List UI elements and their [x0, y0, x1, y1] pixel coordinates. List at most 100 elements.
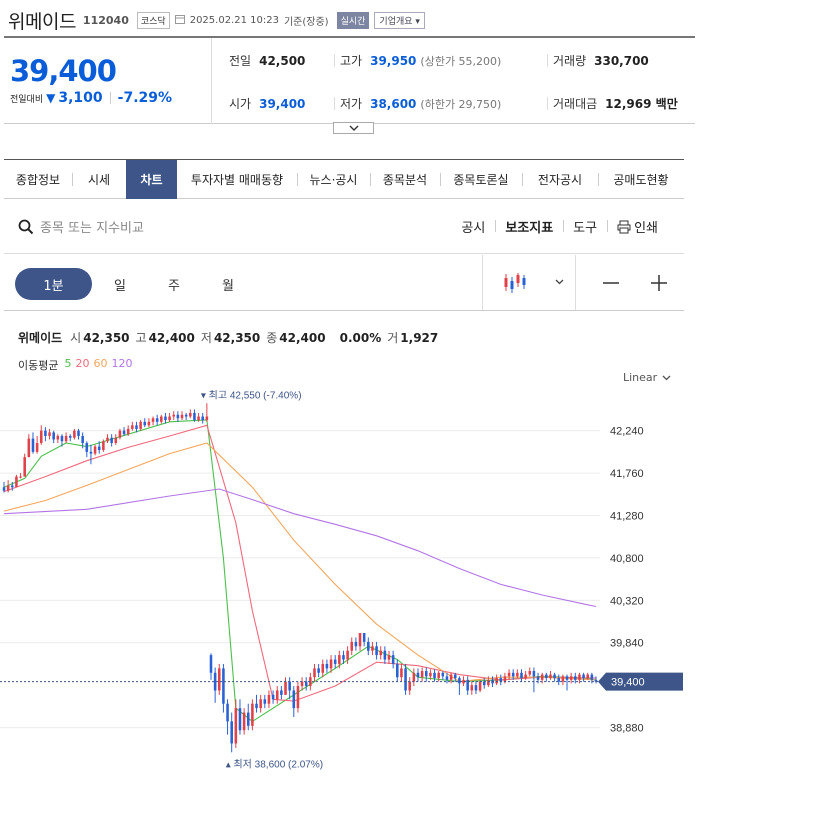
- zoom-in-button[interactable]: [645, 269, 673, 297]
- candle: [259, 699, 262, 709]
- zoom-out-button[interactable]: [597, 269, 625, 297]
- candle: [27, 438, 31, 458]
- tab-overview[interactable]: 종합정보: [4, 160, 72, 199]
- candle: [209, 655, 213, 673]
- candle: [93, 446, 97, 454]
- y-tick-label: 38,880: [610, 723, 644, 735]
- ma-legend-120[interactable]: 120: [111, 357, 132, 373]
- day-high-label: 고가: [340, 54, 363, 68]
- ma-line-20: [3, 424, 597, 702]
- volume-label: 거: [387, 331, 399, 345]
- disclosure-button[interactable]: 공시: [451, 217, 495, 236]
- candle: [288, 681, 291, 691]
- candle: [383, 650, 387, 660]
- y-tick-label: 42,240: [610, 426, 644, 438]
- quote-divider: [547, 97, 548, 110]
- candle: [445, 676, 449, 680]
- period-day-button[interactable]: 일: [110, 268, 130, 300]
- compare-search[interactable]: 종목 또는 지수비교: [18, 217, 144, 236]
- candle: [102, 441, 105, 451]
- low-label: 저: [200, 331, 212, 345]
- candle: [267, 694, 271, 704]
- candle: [81, 435, 84, 444]
- candle: [226, 703, 229, 722]
- scale-selector[interactable]: Linear: [623, 371, 671, 384]
- search-input[interactable]: 종목 또는 지수비교: [40, 217, 144, 236]
- candle: [590, 674, 594, 680]
- candle: [242, 712, 246, 731]
- candle: [160, 416, 163, 422]
- candlestick-icon: [504, 273, 526, 293]
- candle: [391, 655, 395, 664]
- tab-discussion[interactable]: 종목토론실: [440, 160, 522, 199]
- tab-investor-trading[interactable]: 투자자별 매매동향: [177, 160, 297, 199]
- candle: [35, 443, 39, 452]
- tab-short-selling[interactable]: 공매도현황: [598, 160, 684, 199]
- prev-close-value: 42,500: [259, 53, 306, 68]
- candle: [193, 412, 196, 421]
- candle: [458, 678, 461, 684]
- tab-chart[interactable]: 차트: [126, 160, 177, 199]
- ma-line-60: [3, 442, 597, 683]
- volume-label: 거래량: [553, 54, 587, 68]
- open-price-value: 39,400: [259, 96, 306, 111]
- indicators-button[interactable]: 보조지표: [495, 217, 563, 236]
- candle: [420, 671, 424, 678]
- ma-legend-20[interactable]: 20: [75, 357, 89, 373]
- candle: [168, 416, 171, 421]
- day-low-label: 저가: [340, 97, 363, 111]
- candle: [582, 674, 585, 679]
- chevron-down-icon: [555, 279, 564, 285]
- y-tick-label: 40,800: [610, 553, 644, 565]
- period-1min-button[interactable]: 1분: [15, 268, 92, 300]
- candle: [532, 671, 536, 677]
- candle: [44, 430, 47, 436]
- plus-icon: [651, 275, 667, 291]
- candle: [280, 690, 283, 695]
- print-button[interactable]: 인쇄: [607, 217, 668, 236]
- ma-legend-5[interactable]: 5: [64, 357, 71, 373]
- stock-tabs: 종합정보 시세 차트 투자자별 매매동향 뉴스·공시 종목분석 종목토론실 전자…: [4, 159, 684, 199]
- ma-legend-label: 이동평균: [18, 359, 59, 372]
- tab-quotes[interactable]: 시세: [72, 160, 126, 199]
- candle: [135, 425, 138, 429]
- tab-news[interactable]: 뉴스·공시: [297, 160, 370, 199]
- tab-analysis[interactable]: 종목분석: [370, 160, 440, 199]
- candle: [437, 672, 440, 679]
- tools-button[interactable]: 도구: [563, 217, 607, 236]
- chart-toolbar: 종목 또는 지수비교 공시 보조지표 도구 인쇄: [4, 200, 684, 254]
- tab-disclosure[interactable]: 전자공시: [522, 160, 598, 199]
- high-label: 고: [135, 331, 147, 345]
- price-chart[interactable]: 42,240 41,760 41,280 40,800 40,320 39,840 38,8…: [0, 390, 690, 770]
- candle: [15, 476, 18, 488]
- candle: [557, 678, 561, 682]
- candle: [549, 674, 552, 679]
- y-tick-label: 40,320: [610, 595, 644, 607]
- ma-legend-60[interactable]: 60: [93, 357, 107, 373]
- period-week-button[interactable]: 주: [164, 268, 184, 300]
- company-overview-button[interactable]: 기업개요 ▾: [374, 11, 425, 29]
- candle: [238, 708, 242, 731]
- day-high-value: 39,950: [370, 53, 417, 68]
- candle: [143, 421, 147, 426]
- trade-amount-number: 12,969: [605, 97, 652, 111]
- period-month-button[interactable]: 월: [218, 268, 238, 300]
- day-low-value: 38,600: [370, 96, 417, 111]
- candle: [275, 690, 279, 700]
- trade-amount-label: 거래대금: [553, 97, 598, 111]
- candle: [189, 412, 192, 417]
- chart-type-selector[interactable]: [482, 255, 576, 310]
- triangle-down-icon: ▼: [46, 91, 56, 105]
- candle: [300, 681, 304, 687]
- candle: [246, 712, 250, 726]
- expand-quote-button[interactable]: [333, 122, 374, 134]
- candle: [367, 641, 370, 651]
- change-divider: [109, 92, 111, 104]
- candle: [164, 416, 167, 421]
- candle: [176, 414, 180, 419]
- candle: [77, 430, 80, 436]
- open-price-label: 시가: [229, 97, 252, 111]
- realtime-badge[interactable]: 실시간: [336, 11, 370, 29]
- day-high: 고가 39,950 (상한가 55,200): [340, 52, 501, 69]
- candle: [511, 672, 515, 677]
